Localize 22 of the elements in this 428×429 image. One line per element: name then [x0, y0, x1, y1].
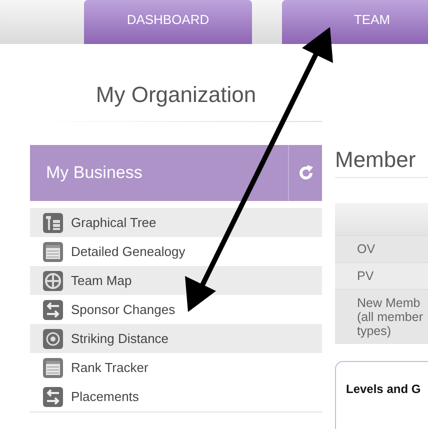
swap-arrows-icon	[42, 386, 64, 408]
panel-title: Member	[335, 147, 417, 174]
sidebar-title: My Business	[45, 162, 144, 184]
swap-arrows-icon	[42, 298, 64, 320]
menu-item[interactable]: Team Map	[30, 266, 322, 295]
table-row-label: OV	[335, 235, 428, 262]
table-row-label: PV	[335, 262, 428, 289]
menu-item[interactable]: Graphical Tree	[30, 208, 322, 237]
menu-item[interactable]: Rank Tracker	[30, 353, 322, 382]
crosshair-icon	[42, 270, 64, 292]
refresh-icon	[296, 164, 314, 182]
page-title: My Organization	[94, 81, 258, 109]
target-icon	[42, 328, 64, 350]
card-title: Levels and G	[346, 382, 421, 396]
menu-item[interactable]: Placements	[30, 382, 322, 411]
list-icon	[42, 240, 64, 262]
table-row-label: New Memb (all member types)	[335, 289, 428, 344]
menu-item[interactable]: Sponsor Changes	[30, 295, 322, 324]
tree-icon	[42, 212, 64, 234]
menu-item[interactable]: Striking Distance	[30, 324, 322, 353]
list-icon	[42, 356, 64, 378]
menu-item[interactable]: Detailed Genealogy	[30, 237, 322, 266]
